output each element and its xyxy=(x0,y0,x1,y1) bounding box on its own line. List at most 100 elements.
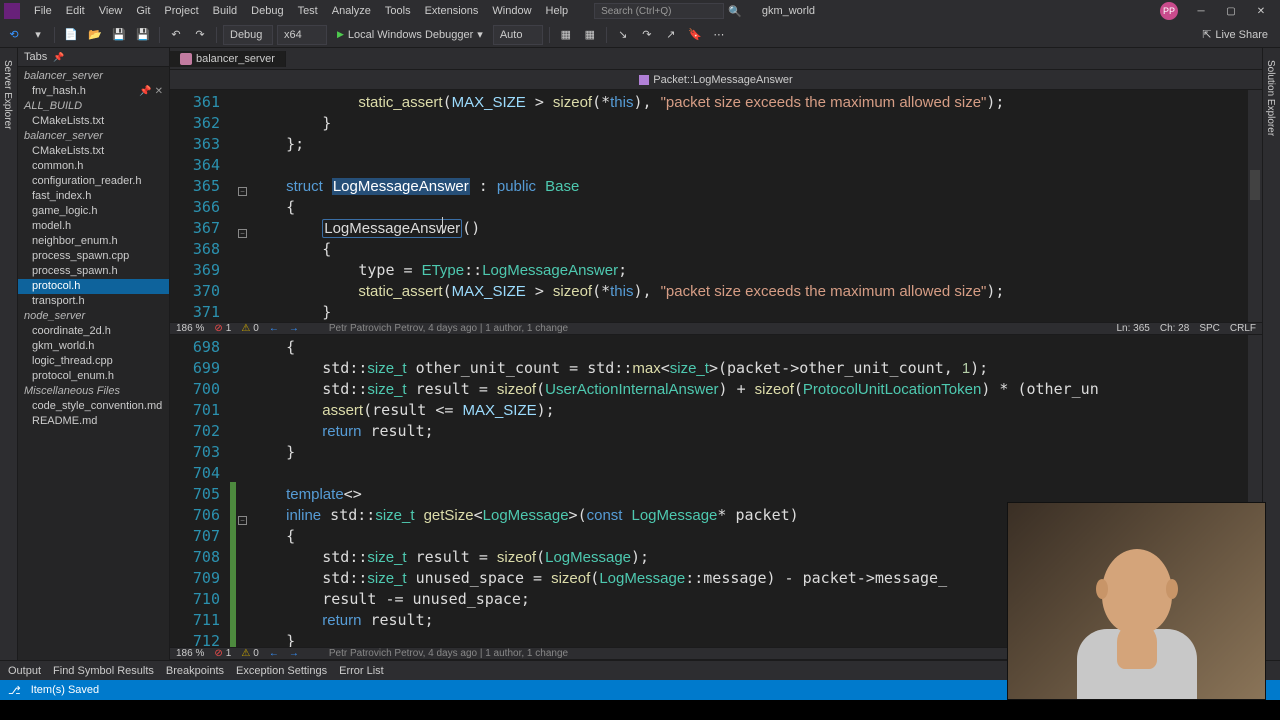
config-dropdown[interactable]: Debug xyxy=(223,25,273,45)
menu-project[interactable]: Project xyxy=(158,3,204,19)
menu-build[interactable]: Build xyxy=(207,3,243,19)
cpp-file-icon xyxy=(180,53,192,65)
code-editor-top[interactable]: static_assert(MAX_SIZE > sizeof(*this), … xyxy=(250,90,1248,322)
search-icon[interactable]: 🔍 xyxy=(728,5,742,18)
tree-file[interactable]: protocol.h xyxy=(18,279,169,294)
step-out-icon[interactable]: ↗ xyxy=(661,25,681,45)
tree-file[interactable]: game_logic.h xyxy=(18,204,169,219)
tree-file[interactable]: coordinate_2d.h xyxy=(18,324,169,339)
menu-tools[interactable]: Tools xyxy=(379,3,417,19)
save-icon[interactable]: 💾 xyxy=(109,25,129,45)
live-share-button[interactable]: ⇱ Live Share xyxy=(1202,28,1268,41)
menu-git[interactable]: Git xyxy=(130,3,156,19)
tb-icon-2[interactable]: ▦ xyxy=(580,25,600,45)
tree-file[interactable]: fast_index.h xyxy=(18,189,169,204)
bookmark-icon[interactable]: 🔖 xyxy=(685,25,705,45)
nav-fwd-icon[interactable]: → xyxy=(289,648,299,659)
fold-icon[interactable]: − xyxy=(238,229,247,238)
step-into-icon[interactable]: ↘ xyxy=(613,25,633,45)
tree-file[interactable]: model.h xyxy=(18,219,169,234)
scrollbar[interactable] xyxy=(1248,90,1262,322)
avatar[interactable]: PP xyxy=(1160,2,1178,20)
tree-file[interactable]: neighbor_enum.h xyxy=(18,234,169,249)
maximize-button[interactable]: ▢ xyxy=(1216,0,1246,22)
tree-file[interactable]: CMakeLists.txt xyxy=(18,144,169,159)
tree-project[interactable]: node_server xyxy=(18,309,169,324)
close-icon[interactable]: 📌 ✕ xyxy=(139,85,163,98)
bottom-tab[interactable]: Error List xyxy=(339,665,384,677)
nav-back-button[interactable]: ⟲ xyxy=(4,25,24,45)
tree-file[interactable]: process_spawn.h xyxy=(18,264,169,279)
bottom-tab[interactable]: Find Symbol Results xyxy=(53,665,154,677)
menu-window[interactable]: Window xyxy=(486,3,537,19)
fold-icon[interactable]: − xyxy=(238,187,247,196)
undo-icon[interactable]: ↶ xyxy=(166,25,186,45)
line-gutter: 361 362 363 364 365 366 367 368 369 370 … xyxy=(170,90,230,322)
toolbar: ⟲ ▾ 📄 📂 💾 💾 ↶ ↷ Debug x64 ▶ Local Window… xyxy=(0,22,1280,48)
redo-icon[interactable]: ↷ xyxy=(190,25,210,45)
menu-file[interactable]: File xyxy=(28,3,58,19)
tree-file[interactable]: transport.h xyxy=(18,294,169,309)
play-icon: ▶ xyxy=(337,29,344,40)
tree-file[interactable]: fnv_hash.h📌 ✕ xyxy=(18,84,169,99)
start-debugger-button[interactable]: ▶ Local Windows Debugger ▾ xyxy=(331,28,489,41)
editor-tab[interactable]: balancer_server xyxy=(170,51,286,67)
method-icon xyxy=(639,75,649,85)
platform-dropdown[interactable]: x64 xyxy=(277,25,327,45)
tree-file[interactable]: logic_thread.cpp xyxy=(18,354,169,369)
rail-tab[interactable]: Server Explorer xyxy=(0,54,15,660)
tree-project[interactable]: balancer_server xyxy=(18,69,169,84)
tree-file[interactable]: common.h xyxy=(18,159,169,174)
nav-back-icon[interactable]: ← xyxy=(269,648,279,659)
tb-icon-1[interactable]: ▦ xyxy=(556,25,576,45)
menu-extensions[interactable]: Extensions xyxy=(419,3,485,19)
breadcrumb[interactable]: Packet::LogMessageAnswer xyxy=(170,70,1262,90)
tree-file[interactable]: gkm_world.h xyxy=(18,339,169,354)
webcam-overlay xyxy=(1007,502,1266,700)
pin-icon[interactable]: 📌 xyxy=(53,52,64,63)
tb-icon-3[interactable]: ⋯ xyxy=(709,25,729,45)
bottom-tab[interactable]: Exception Settings xyxy=(236,665,327,677)
solution-explorer: Tabs 📌 balancer_serverfnv_hash.h📌 ✕ALL_B… xyxy=(18,48,170,660)
step-over-icon[interactable]: ↷ xyxy=(637,25,657,45)
line-gutter: 698 699 700 701 702 703 704 705 706 707 … xyxy=(170,335,230,647)
warning-icon: ⚠ xyxy=(241,323,250,334)
menu-view[interactable]: View xyxy=(93,3,129,19)
tree-file[interactable]: process_spawn.cpp xyxy=(18,249,169,264)
tree-file[interactable]: README.md xyxy=(18,414,169,429)
editor-status-top: 186 % ⊘1 ⚠0 ← → Petr Patrovich Petrov, 4… xyxy=(170,322,1262,335)
menu-edit[interactable]: Edit xyxy=(60,3,91,19)
error-icon: ⊘ xyxy=(214,323,222,334)
open-icon[interactable]: 📂 xyxy=(85,25,105,45)
save-all-icon[interactable]: 💾 xyxy=(133,25,153,45)
warning-icon: ⚠ xyxy=(241,648,250,659)
menu-debug[interactable]: Debug xyxy=(245,3,289,19)
menu-help[interactable]: Help xyxy=(540,3,575,19)
tree-file[interactable]: configuration_reader.h xyxy=(18,174,169,189)
nav-fwd-button[interactable]: ▾ xyxy=(28,25,48,45)
fold-icon[interactable]: − xyxy=(238,516,247,525)
window-title: gkm_world xyxy=(762,5,815,17)
menu-test[interactable]: Test xyxy=(292,3,324,19)
share-icon: ⇱ xyxy=(1202,28,1211,41)
tree-file[interactable]: CMakeLists.txt xyxy=(18,114,169,129)
nav-back-icon[interactable]: ← xyxy=(269,323,279,334)
close-button[interactable]: ✕ xyxy=(1246,0,1276,22)
titlebar: FileEditViewGitProjectBuildDebugTestAnal… xyxy=(0,0,1280,22)
nav-fwd-icon[interactable]: → xyxy=(289,323,299,334)
minimize-button[interactable]: ─ xyxy=(1186,0,1216,22)
search-input[interactable]: Search (Ctrl+Q) xyxy=(594,3,724,19)
tree-file[interactable]: code_style_convention.md xyxy=(18,399,169,414)
tree-project[interactable]: balancer_server xyxy=(18,129,169,144)
codelens-author: Petr Patrovich Petrov, 4 days ago | 1 au… xyxy=(329,648,568,659)
bottom-tab[interactable]: Breakpoints xyxy=(166,665,224,677)
vs-logo-icon xyxy=(4,3,20,19)
tree-file[interactable]: protocol_enum.h xyxy=(18,369,169,384)
bottom-tab[interactable]: Output xyxy=(8,665,41,677)
tree-project[interactable]: ALL_BUILD xyxy=(18,99,169,114)
editor-tabs: balancer_server xyxy=(170,48,1262,70)
auto-dropdown[interactable]: Auto xyxy=(493,25,543,45)
new-item-icon[interactable]: 📄 xyxy=(61,25,81,45)
menu-analyze[interactable]: Analyze xyxy=(326,3,377,19)
tree-project[interactable]: Miscellaneous Files xyxy=(18,384,169,399)
